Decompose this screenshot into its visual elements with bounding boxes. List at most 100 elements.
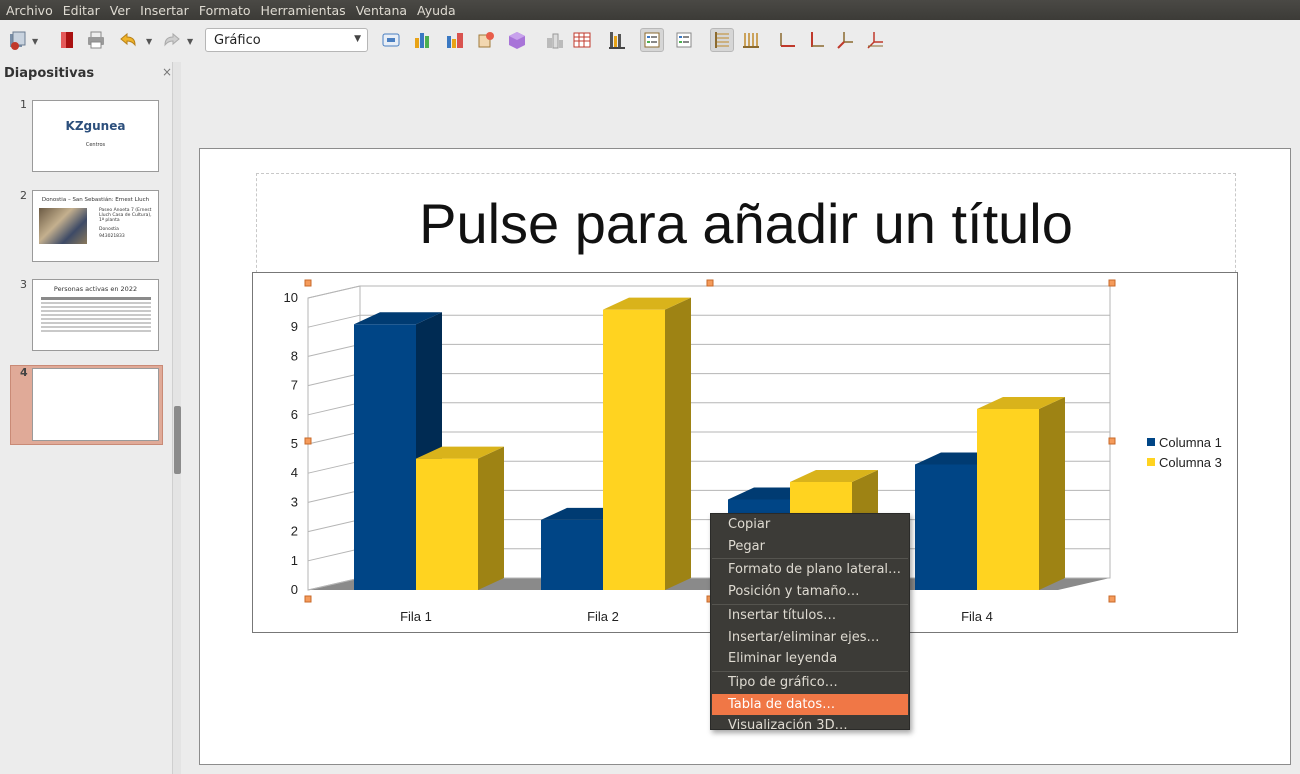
context-menu-item[interactable]: Insertar títulos… [712, 605, 908, 626]
undo-dropdown-icon[interactable]: ▼ [146, 37, 152, 46]
vertical-grids-icon[interactable] [740, 29, 762, 51]
redo-dropdown-icon[interactable]: ▼ [187, 37, 193, 46]
y-axis-icon[interactable] [805, 29, 827, 51]
x-category-label: Fila 1 [400, 609, 432, 624]
slide-thumbnail-2[interactable]: Donostia – San Sebastián: Ernest Lluch P… [32, 190, 159, 262]
bar-columna-1-2 [541, 519, 603, 590]
menu-insertar[interactable]: Insertar [136, 3, 193, 18]
slide-3-table [41, 297, 151, 334]
context-menu-item[interactable]: Visualización 3D… [712, 715, 908, 736]
y-tick-label: 7 [291, 378, 298, 393]
slide-1-title: KZgunea [65, 119, 126, 133]
table-icon[interactable] [571, 29, 593, 51]
slide-title-text: Pulse para añadir un título [419, 191, 1073, 255]
y-tick-label: 3 [291, 494, 298, 509]
undo-icon[interactable] [118, 29, 140, 51]
selection-handle [1108, 595, 1116, 603]
legend-entry: Columna 1 [1159, 435, 1222, 450]
slide-thumbnail-3[interactable]: Personas activas en 2022 [32, 279, 159, 351]
redo-icon[interactable] [160, 29, 182, 51]
context-menu-item[interactable]: Insertar/eliminar ejes… [712, 627, 908, 648]
3d-view-icon[interactable] [506, 29, 528, 51]
close-icon[interactable]: × [162, 65, 172, 79]
slide-2-title: Donostia – San Sebastián: Ernest Lluch [41, 197, 150, 203]
y-tick-label: 1 [291, 553, 298, 568]
chart-type-icon[interactable] [412, 29, 434, 51]
data-table-icon[interactable] [444, 29, 466, 51]
context-menu-item[interactable]: Formato de plano lateral… [712, 559, 908, 580]
x-category-label: Fila 4 [961, 609, 993, 624]
titles-icon[interactable] [606, 29, 628, 51]
menu-ver[interactable]: Ver [106, 3, 134, 18]
bar-side [478, 446, 504, 590]
menu-ayuda[interactable]: Ayuda [413, 3, 460, 18]
y-tick-label: 10 [284, 290, 298, 305]
z-axis-icon[interactable] [834, 29, 856, 51]
slide-3-title: Personas activas en 2022 [53, 285, 138, 293]
slide-2-photo [39, 208, 87, 244]
selection-handle [304, 595, 312, 603]
horizontal-grids-icon[interactable] [710, 28, 734, 52]
data-series-icon[interactable] [544, 29, 566, 51]
selection-handle [706, 279, 714, 287]
bar-columna-1-4 [915, 464, 977, 590]
slide-thumbnail-4[interactable] [32, 368, 159, 441]
slide-2-bullet-2: Donostia [99, 227, 119, 232]
selection-handle [1108, 279, 1116, 287]
selection-handle [1108, 437, 1116, 445]
legend-entry: Columna 3 [1159, 455, 1222, 470]
menu-archivo[interactable]: Archivo [2, 3, 57, 18]
bar-columna-1-1 [354, 324, 416, 590]
context-menu: Copiar Pegar Formato de plano lateral… Posi… [710, 513, 910, 733]
slide-1-subtitle: Centros [85, 142, 106, 148]
y-tick-label: 0 [291, 582, 298, 597]
legend-on-off-icon[interactable] [640, 28, 664, 52]
insert-chart-dropdown-icon[interactable]: ▼ [32, 37, 38, 46]
title-placeholder[interactable]: Pulse para añadir un título [256, 173, 1236, 273]
menu-bar: Archivo Editar Ver Insertar Formato Herr… [0, 0, 1300, 20]
slide-number-2: 2 [20, 189, 27, 202]
slides-panel-title: Diapositivas [4, 66, 95, 81]
x-axis-icon[interactable] [776, 29, 798, 51]
slides-panel: Diapositivas × 1 KZgunea Centros 2 Donos… [0, 62, 172, 774]
menu-editar[interactable]: Editar [59, 3, 104, 18]
bar-side [665, 297, 691, 590]
slide-number-3: 3 [20, 278, 27, 291]
all-axes-icon[interactable] [864, 29, 886, 51]
bar-columna-3-1 [416, 458, 478, 590]
bar-columna-3-2 [603, 309, 665, 590]
slide-2-bullet-3: 943021833 [99, 234, 125, 239]
chart-type-selector-value: Gráfico [214, 32, 261, 48]
slide-2-bullet-1: Paseo Anoeta 7 (Ernest Lluch Casa de Cul… [99, 208, 152, 223]
context-menu-item[interactable]: Tabla de datos… [712, 693, 908, 715]
y-tick-label: 2 [291, 524, 298, 539]
chart-wall-icon[interactable] [475, 29, 497, 51]
context-menu-item[interactable]: Pegar [712, 536, 908, 557]
menu-herramientas[interactable]: Herramientas [257, 3, 350, 18]
insert-chart-icon[interactable] [6, 29, 28, 51]
selection-handle [304, 437, 312, 445]
format-selection-icon[interactable] [380, 29, 402, 51]
context-menu-item[interactable]: Eliminar leyenda [712, 648, 908, 669]
menu-formato[interactable]: Formato [195, 3, 255, 18]
slide-number-1: 1 [20, 98, 27, 111]
legend-swatch [1147, 458, 1155, 466]
close-edit-icon[interactable] [56, 29, 78, 51]
context-menu-item[interactable]: Copiar [712, 514, 908, 535]
legend-swatch [1147, 438, 1155, 446]
context-menu-item[interactable]: Tipo de gráfico… [712, 672, 908, 693]
x-category-label: Fila 2 [587, 609, 619, 624]
text-scale-icon[interactable] [673, 29, 695, 51]
slide-thumbnail-1[interactable]: KZgunea Centros [32, 100, 159, 172]
collapse-panel-handle[interactable] [174, 406, 181, 474]
menu-ventana[interactable]: Ventana [352, 3, 411, 18]
y-tick-label: 5 [291, 436, 298, 451]
print-icon[interactable] [85, 29, 107, 51]
context-menu-item[interactable]: Posición y tamaño… [712, 581, 908, 602]
selection-handle [304, 279, 312, 287]
chart-type-selector[interactable]: Gráfico ▼ [205, 28, 368, 52]
y-tick-label: 6 [291, 407, 298, 422]
chevron-down-icon: ▼ [354, 34, 361, 44]
bar-side [1039, 396, 1065, 590]
chart-toolbar: ▼ ▼ ▼ [0, 20, 1300, 62]
